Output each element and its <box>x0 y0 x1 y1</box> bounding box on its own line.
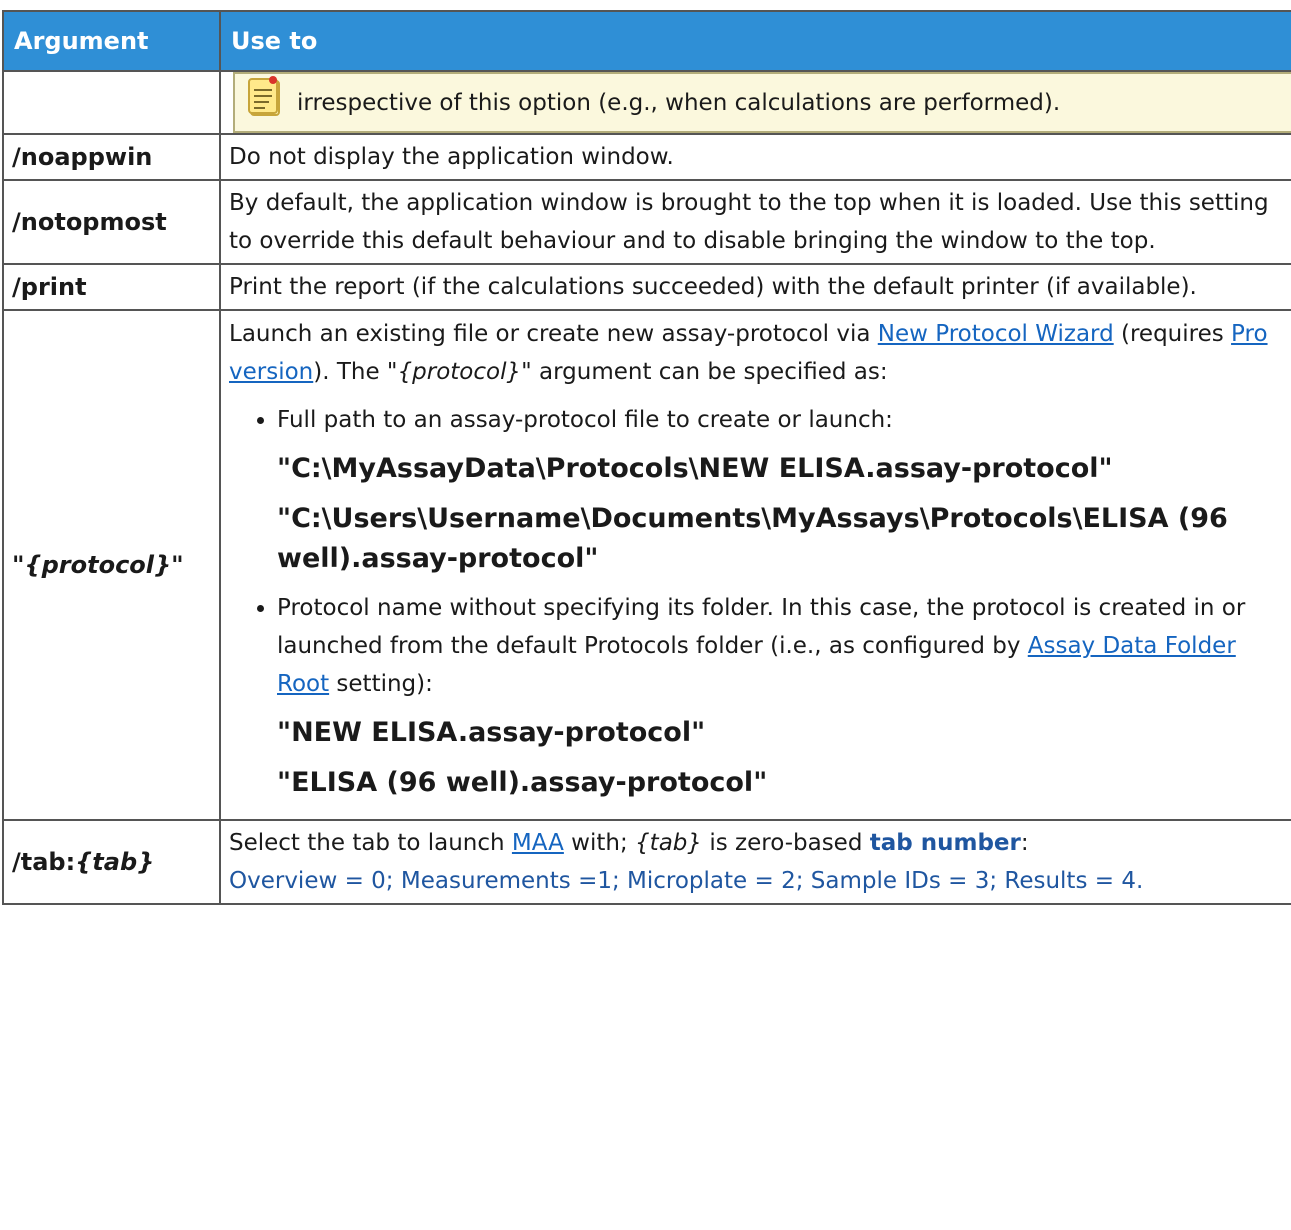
header-use-to: Use to <box>219 10 1291 72</box>
table-row-protocol: "{protocol}" Launch an existing file or … <box>2 309 1291 821</box>
table-row-notopmost: /notopmost By default, the application w… <box>2 179 1291 265</box>
bullet-full-path-text: Full path to an assay-protocol file to c… <box>277 407 893 433</box>
arg-protocol-name: {protocol} <box>24 551 172 579</box>
use-notopmost: By default, the application window is br… <box>219 179 1291 265</box>
tab-number-list: Overview = 0; Measurements =1; Microplat… <box>229 868 1144 894</box>
use-tab: Select the tab to launch MAA with; {tab}… <box>219 819 1291 905</box>
tab-text-1: Select the tab to launch <box>229 830 512 856</box>
memo-note-icon <box>247 75 287 131</box>
arg-print: /print <box>2 263 221 311</box>
tab-text-4: : <box>1020 830 1029 856</box>
arg-quote-close: " <box>171 551 184 579</box>
intro-text-2: (requires <box>1113 321 1232 347</box>
use-print: Print the report (if the calculations su… <box>219 263 1291 311</box>
table-row-tab: /tab:{tab} Select the tab to launch MAA … <box>2 819 1291 905</box>
header-argument: Argument <box>2 10 221 72</box>
table-header-row: Argument Use to <box>2 10 1291 72</box>
arg-quote-open: " <box>12 551 25 579</box>
protocol-options-list: Full path to an assay-protocol file to c… <box>229 401 1291 803</box>
path-example-1: "C:\MyAssayData\Protocols\NEW ELISA.assa… <box>277 453 1113 484</box>
link-new-protocol-wizard[interactable]: New Protocol Wizard <box>878 321 1114 347</box>
path-example-3: "NEW ELISA.assay-protocol" <box>277 717 706 748</box>
note-box: irrespective of this option (e.g., when … <box>233 72 1291 133</box>
arg-tab: /tab:{tab} <box>2 819 221 905</box>
path-example-4: "ELISA (96 well).assay-protocol" <box>277 767 768 798</box>
bullet-name-text-end: setting): <box>329 671 433 697</box>
intro-text-3: ). The " <box>313 359 398 385</box>
arg-tab-name: {tab} <box>75 848 155 876</box>
note-cell: irrespective of this option (e.g., when … <box>219 70 1291 135</box>
path-example-2: "C:\Users\Username\Documents\MyAssays\Pr… <box>277 503 1228 574</box>
intro-text-1: Launch an existing file or create new as… <box>229 321 878 347</box>
note-text: irrespective of this option (e.g., when … <box>297 89 1061 116</box>
use-noappwin: Do not display the application window. <box>219 133 1291 181</box>
intro-text-4: " argument can be specified as: <box>521 359 888 385</box>
tab-text-2: with; <box>563 830 636 856</box>
arg-notopmost: /notopmost <box>2 179 221 265</box>
empty-arg-cell <box>2 70 221 135</box>
table-row-note: irrespective of this option (e.g., when … <box>2 70 1291 135</box>
tab-text-3: is zero-based <box>702 830 870 856</box>
arg-noappwin: /noappwin <box>2 133 221 181</box>
arg-tab-prefix: /tab: <box>12 848 76 876</box>
list-item-full-path: Full path to an assay-protocol file to c… <box>257 401 1291 579</box>
list-item-protocol-name: Protocol name without specifying its fol… <box>257 589 1291 803</box>
arg-protocol: "{protocol}" <box>2 309 221 821</box>
tab-number-label: tab number <box>869 830 1021 856</box>
tab-text-arg: {tab} <box>635 830 703 856</box>
link-maa[interactable]: MAA <box>512 830 564 856</box>
intro-arg: {protocol} <box>397 359 522 385</box>
table-row-noappwin: /noappwin Do not display the application… <box>2 133 1291 181</box>
use-protocol: Launch an existing file or create new as… <box>219 309 1291 821</box>
table-row-print: /print Print the report (if the calculat… <box>2 263 1291 311</box>
protocol-intro: Launch an existing file or create new as… <box>229 315 1291 391</box>
arguments-table: Argument Use to irrespective of this opt… <box>2 10 1291 905</box>
